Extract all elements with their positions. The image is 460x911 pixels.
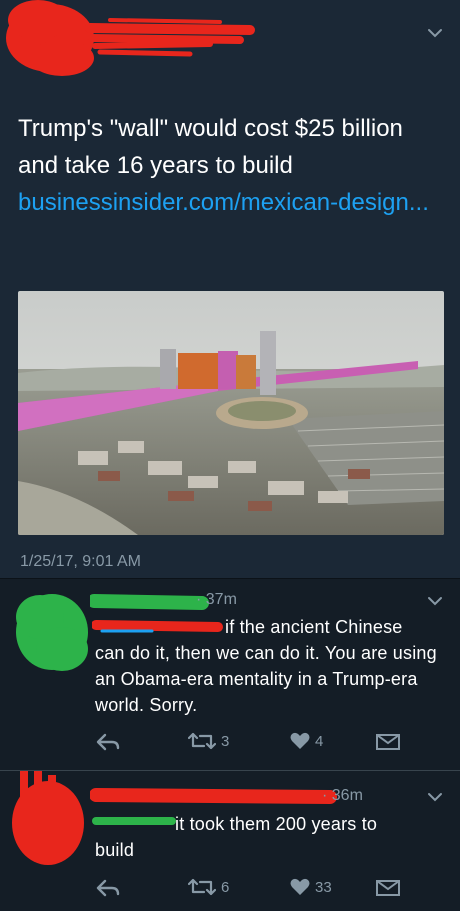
retweet-count: 3 (221, 732, 230, 750)
redacted-name-scribble (90, 788, 337, 804)
aerial-wall-photo (18, 291, 444, 535)
reply-icon (96, 879, 120, 897)
direct-message-action[interactable] (376, 880, 400, 896)
tweet-image[interactable] (18, 291, 444, 535)
reply-text: if the ancient Chinese can do it, then w… (95, 614, 440, 718)
redacted-name-scribble (90, 594, 209, 610)
tweet-text: Trump's "wall" would cost $25 billion an… (18, 115, 403, 179)
like-action[interactable]: 4 (290, 732, 323, 750)
heart-icon (290, 878, 310, 895)
chevron-down-icon[interactable] (424, 591, 446, 613)
redacted-avatar-scribble (6, 0, 255, 76)
reply-time: · 36m (322, 787, 363, 804)
direct-message-icon (376, 734, 400, 750)
reply-text-first-line: if the ancient Chinese (225, 617, 403, 637)
retweet-count: 6 (221, 878, 230, 896)
redacted-avatar-scribble (16, 594, 88, 671)
tweet-link[interactable]: businessinsider.com/mexican-design... (18, 184, 438, 221)
reply-text-first-line: it took them 200 years to (175, 814, 378, 834)
reply-tweet[interactable]: · 37m if the ancient Chinese can do it, … (0, 578, 460, 769)
reply-action[interactable] (96, 879, 120, 897)
reply-icon (96, 733, 120, 751)
reply-text-rest: can do it, then we can do it. You are us… (95, 643, 437, 715)
reply-text: it took them 200 years to build (95, 811, 440, 863)
direct-message-icon (376, 880, 400, 896)
reply-time: · 37m (196, 591, 237, 608)
redacted-avatar-scribble (12, 771, 84, 865)
chevron-down-icon[interactable] (424, 787, 446, 809)
reply-text-rest: build (95, 840, 135, 860)
like-count: 33 (315, 878, 332, 896)
retweet-icon (188, 732, 216, 750)
like-action[interactable]: 33 (290, 878, 332, 896)
retweet-action[interactable]: 6 (188, 878, 229, 896)
heart-icon (290, 732, 310, 749)
reply-tweet[interactable]: · 36m it took them 200 years to build 6 … (0, 770, 460, 911)
direct-message-action[interactable] (376, 734, 400, 750)
retweet-action[interactable]: 3 (188, 732, 229, 750)
like-count: 4 (315, 732, 324, 750)
main-tweet: Trump's "wall" would cost $25 billion an… (0, 0, 460, 578)
tweet-timestamp: 1/25/17, 9:01 AM (20, 553, 141, 570)
chevron-down-icon[interactable] (424, 23, 446, 45)
reply-action[interactable] (96, 733, 120, 751)
retweet-icon (188, 878, 216, 896)
